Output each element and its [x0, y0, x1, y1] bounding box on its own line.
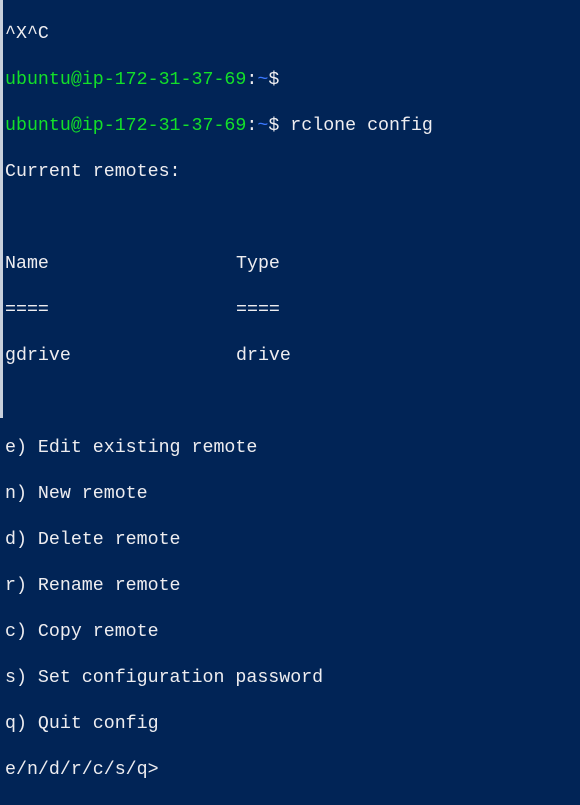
prompt-line: ubuntu@ip-172-31-37-69:~$ rclone config [5, 115, 433, 138]
menu-item-quit: q) Quit config [5, 714, 159, 734]
current-remotes-label: Current remotes: [5, 162, 181, 182]
prompt-colon: : [246, 70, 258, 90]
input-prompt[interactable]: e/n/d/r/c/s/q> [5, 759, 433, 782]
menu-item-copy: c) Copy remote [5, 622, 159, 642]
remote-type: drive [236, 346, 291, 366]
prompt-dollar: $ [268, 70, 280, 90]
menu-item-delete: d) Delete remote [5, 530, 181, 550]
prompt-tilde: ~ [257, 70, 269, 90]
menu-item-password: s) Set configuration password [5, 668, 324, 688]
table-header: Name Type [5, 253, 433, 276]
prompt-dollar: $ [268, 116, 280, 136]
prompt-line: ubuntu@ip-172-31-37-69:~$ [5, 69, 433, 92]
menu-item-edit: e) Edit existing remote [5, 438, 258, 458]
terminal-line: ^X^C [5, 24, 49, 44]
window-edge [0, 0, 3, 418]
sep-type: ==== [236, 300, 280, 320]
prompt-colon: : [246, 116, 258, 136]
header-type: Type [236, 254, 280, 274]
table-row: gdrive drive [5, 345, 433, 368]
menu-item-rename: r) Rename remote [5, 576, 181, 596]
menu-item-new: n) New remote [5, 484, 148, 504]
terminal-output[interactable]: ^X^C ubuntu@ip-172-31-37-69:~$ ubuntu@ip… [5, 0, 433, 805]
prompt-user-host: ubuntu@ip-172-31-37-69 [5, 70, 247, 90]
prompt-tilde: ~ [257, 116, 269, 136]
remote-name: gdrive [5, 346, 71, 366]
table-separator: ==== ==== [5, 299, 433, 322]
header-name: Name [5, 254, 49, 274]
command-text: rclone config [279, 116, 433, 136]
sep-name: ==== [5, 300, 49, 320]
prompt-user-host: ubuntu@ip-172-31-37-69 [5, 116, 247, 136]
